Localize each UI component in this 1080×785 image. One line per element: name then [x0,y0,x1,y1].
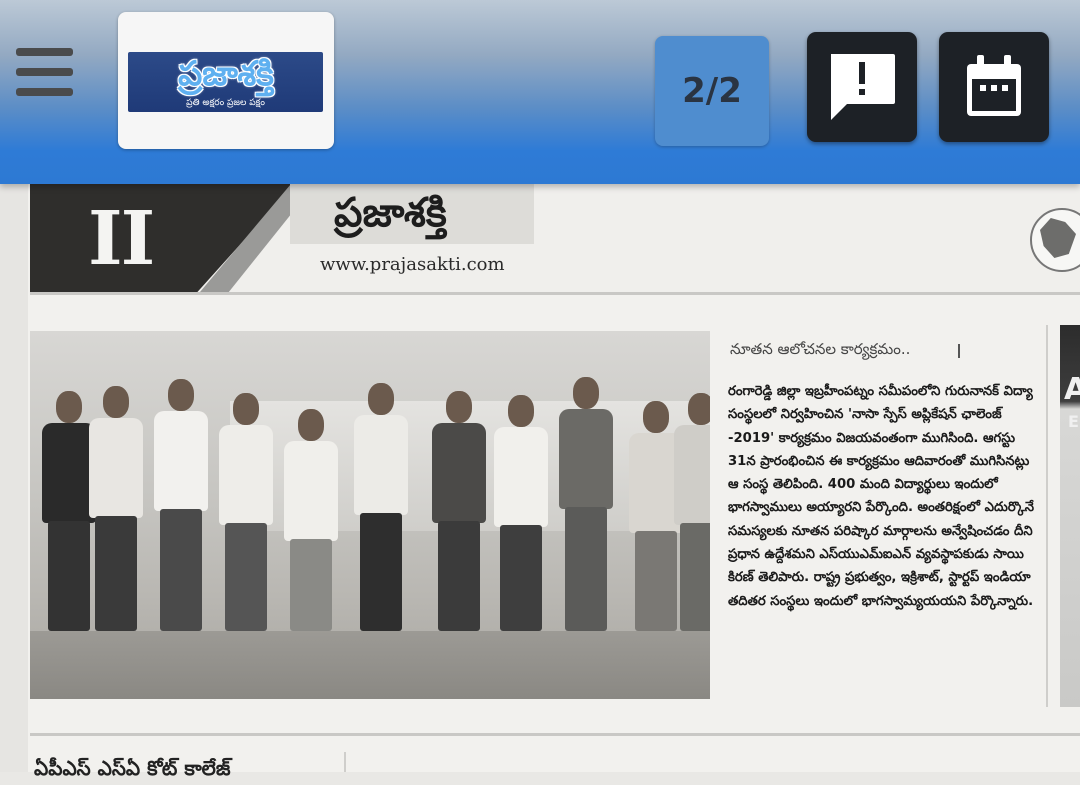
calendar-button[interactable] [939,32,1049,142]
photo-floor [30,631,710,699]
page-indicator[interactable]: 2/2 [655,36,769,146]
calendar-icon [967,55,1021,116]
article-photo[interactable] [30,331,710,699]
next-article-headline: ఏపీఎస్ ఎస్ఏ కోట్ కాలేజ్ [34,756,231,780]
page-number: II [88,196,155,282]
app-top-bar: ప్రజాశక్తి ప్రతి అక్షరం ప్రజల పక్షం 2/2 [0,0,1080,184]
masthead-brand-name: ప్రజాశక్తి [334,190,447,236]
column-divider [1046,325,1048,707]
advertisement-letter: E [1068,412,1079,431]
masthead-divider [30,292,1080,295]
hamburger-menu-icon[interactable] [16,48,74,98]
logo-banner: ప్రజాశక్తి ప్రతి అక్షరం ప్రజల పక్షం [128,52,323,112]
logo-text: ప్రజాశక్తి [178,54,274,94]
masthead-url: www.prajasakti.com [320,254,505,275]
feedback-button[interactable] [807,32,917,142]
feedback-exclamation-icon [831,54,895,120]
column-divider [344,752,346,772]
kicker-separator [958,344,960,358]
logo-tagline: ప్రతి అక్షరం ప్రజల పక్షం [186,98,265,108]
section-divider [30,733,1080,736]
article-kicker: నూతన ఆలోచనల కార్యక్రమం.. [730,340,911,358]
article-body: రంగారెడ్డి జిల్లా ఇబ్రహీంపట్నం సమీపంలోని… [728,384,1035,609]
advertisement-letter: A [1064,372,1080,407]
publication-logo[interactable]: ప్రజాశక్తి ప్రతి అక్షరం ప్రజల పక్షం [118,12,334,149]
